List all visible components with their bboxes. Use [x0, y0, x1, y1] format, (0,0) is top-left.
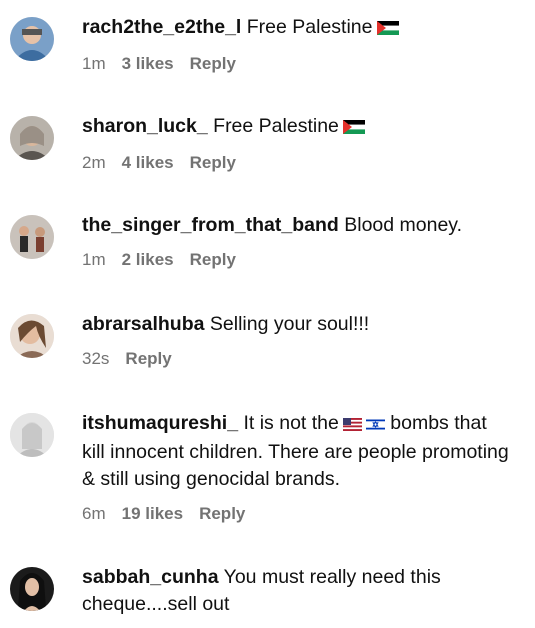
comment-meta: 2m 4 likes Reply: [82, 152, 511, 174]
username[interactable]: sharon_luck_: [82, 115, 208, 137]
comment-text-start: It is not the: [243, 412, 339, 434]
likes-count[interactable]: 2 likes: [122, 250, 174, 269]
comment-body: the_singer_from_that_band Blood money. 1…: [82, 212, 511, 271]
timestamp: 6m: [82, 504, 106, 523]
reply-button[interactable]: Reply: [190, 54, 236, 73]
reply-button[interactable]: Reply: [125, 349, 171, 368]
comment-meta: 1m 3 likes Reply: [82, 53, 511, 75]
reply-button[interactable]: Reply: [190, 250, 236, 269]
comment-body: rach2the_e2the_l Free Palestine 1m 3 like…: [82, 14, 511, 75]
comment-body: itshumaqureshi_ It is not the bombs that…: [82, 410, 511, 525]
timestamp: 1m: [82, 54, 106, 73]
timestamp: 32s: [82, 349, 110, 368]
comment-text: Selling your soul!!!: [209, 313, 370, 335]
comment-body: sabbah_cunha You must really need this c…: [82, 564, 511, 618]
comment-body: sharon_luck_ Free Palestine 2m 4 likes Rep…: [82, 113, 511, 174]
avatar[interactable]: [10, 413, 54, 457]
us-flag-icon: [342, 412, 362, 439]
avatar[interactable]: [10, 314, 54, 358]
username[interactable]: sabbah_cunha: [82, 566, 219, 588]
palestine-flag-icon: [376, 16, 399, 43]
likes-count[interactable]: 3 likes: [122, 54, 174, 73]
username[interactable]: the_singer_from_that_band: [82, 214, 339, 236]
username[interactable]: itshumaqureshi_: [82, 412, 238, 434]
comment-meta: 1m 2 likes Reply: [82, 249, 511, 271]
reply-button[interactable]: Reply: [199, 504, 245, 523]
comment-text: Free Palestine: [246, 16, 373, 38]
palestine-flag-icon: [342, 115, 365, 142]
timestamp: 1m: [82, 250, 106, 269]
likes-count[interactable]: 19 likes: [122, 504, 183, 523]
avatar[interactable]: [10, 116, 54, 160]
avatar[interactable]: [10, 215, 54, 259]
timestamp: 2m: [82, 153, 106, 172]
comment-body: abrarsalhuba Selling your soul!!! 32s Rep…: [82, 311, 511, 370]
likes-count[interactable]: 4 likes: [122, 153, 174, 172]
comment-text: Free Palestine: [213, 115, 339, 137]
comment-list: rach2the_e2the_l Free Palestine 1m 3 like…: [0, 0, 535, 628]
comment-text: Blood money.: [344, 214, 463, 236]
avatar[interactable]: [10, 567, 54, 611]
username[interactable]: rach2the_e2the_l: [82, 16, 241, 38]
reply-button[interactable]: Reply: [190, 153, 236, 172]
avatar[interactable]: [10, 17, 54, 61]
comment-meta: 6m 19 likes Reply: [82, 503, 511, 525]
comment-meta: 32s Reply: [82, 348, 511, 370]
israel-flag-icon: [365, 412, 385, 439]
username[interactable]: abrarsalhuba: [82, 313, 204, 335]
